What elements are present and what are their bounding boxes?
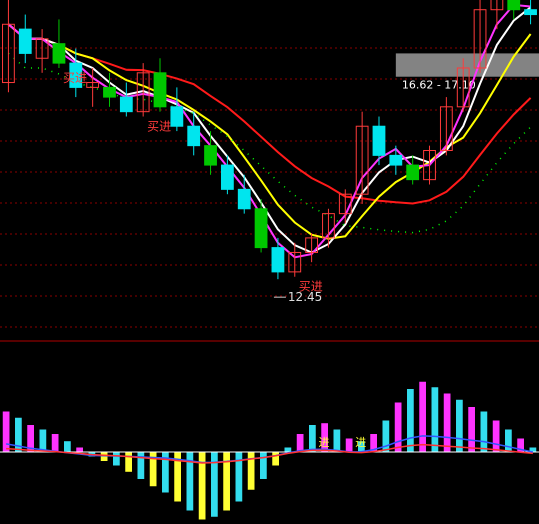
macd-lines: 进进 — [5, 435, 534, 464]
buy-marker-label: 买进 — [63, 71, 87, 85]
candle-body — [254, 208, 268, 249]
macd-dea-line — [6, 443, 533, 464]
macd-marker-label: 进 — [355, 436, 366, 449]
candle-body — [52, 43, 66, 64]
macd-marker-label: 进 — [319, 436, 330, 449]
low-price-label: 12.45 — [288, 290, 322, 304]
macd-histogram — [0, 381, 539, 520]
candle-body — [524, 9, 537, 16]
candle-body — [153, 72, 167, 108]
candle-body — [372, 125, 386, 156]
candle-body — [18, 28, 32, 54]
candle-body — [119, 96, 133, 113]
macd-dif-line — [5, 435, 534, 464]
candle-body — [103, 86, 116, 98]
candle-body — [389, 154, 403, 166]
candle-body — [204, 145, 217, 166]
candle-body — [406, 164, 420, 181]
zone-label: 16.62 - 17.10 — [402, 79, 476, 92]
candle-body — [170, 106, 184, 127]
candle-body — [187, 125, 201, 147]
candle-body — [220, 164, 234, 190]
buy-marker-label: 买进 — [147, 120, 171, 134]
price-zone: 16.62 - 17.10 — [395, 53, 539, 92]
candle-body — [237, 188, 251, 210]
stock-chart: 16.62 - 17.10 买进买进买进12.45 进进 — [0, 0, 539, 520]
candle-body — [507, 0, 521, 11]
zone-box — [395, 53, 539, 77]
candlesticks — [2, 0, 537, 280]
candle-body — [271, 247, 285, 273]
